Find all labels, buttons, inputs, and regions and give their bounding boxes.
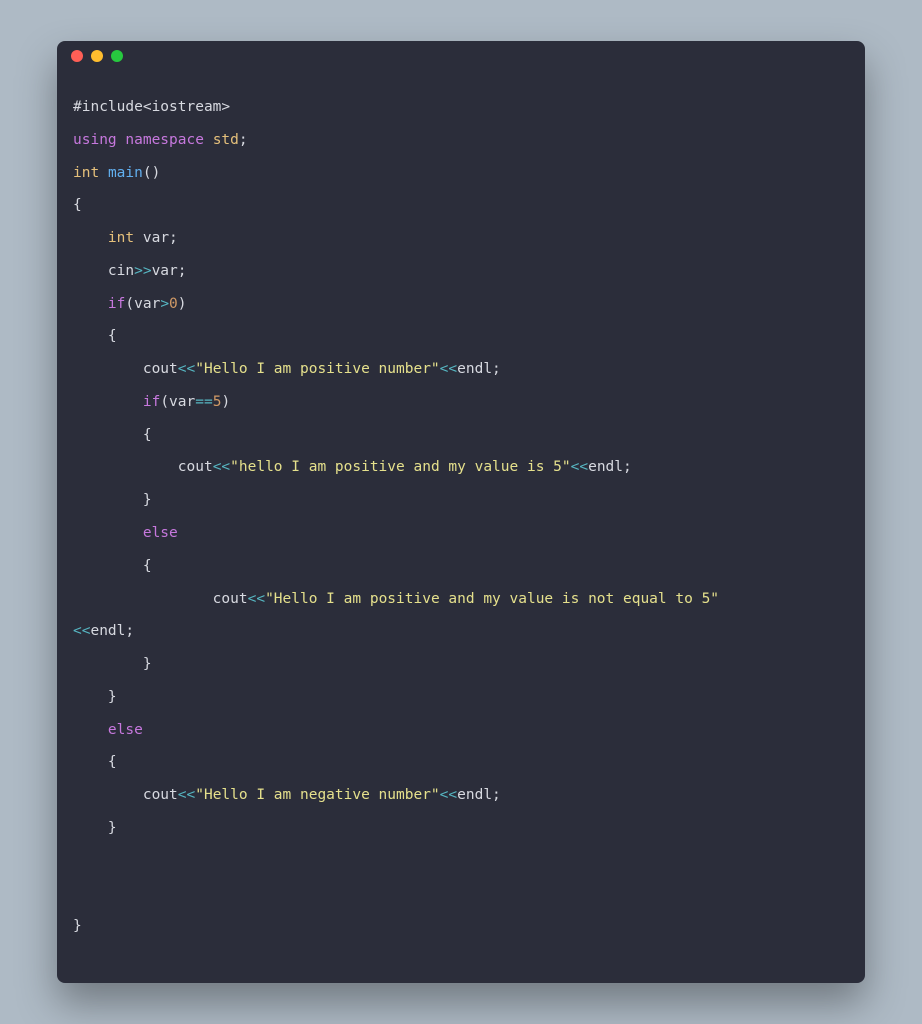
code-token: "Hello I am positive number" [195, 361, 439, 377]
code-token: "Hello I am negative number" [195, 787, 439, 803]
code-line: using namespace std; [73, 124, 849, 157]
code-token: << [248, 591, 265, 607]
code-line [73, 877, 849, 910]
code-token [73, 525, 143, 541]
code-line: } [73, 681, 849, 714]
code-token: << [178, 787, 195, 803]
code-line: { [73, 320, 849, 353]
code-token: else [108, 722, 143, 738]
code-token: { [73, 197, 82, 213]
code-token [204, 132, 213, 148]
code-line: { [73, 419, 849, 452]
code-token: main [108, 165, 143, 181]
code-line: cout<<"Hello I am positive and my value … [73, 583, 849, 616]
code-token: endl; [457, 787, 501, 803]
code-token: (var [160, 394, 195, 410]
code-token: << [440, 787, 457, 803]
code-line: int main() [73, 157, 849, 190]
code-token: == [195, 394, 212, 410]
close-icon[interactable] [71, 50, 83, 62]
code-token: cout [73, 459, 213, 475]
code-token: int [108, 230, 134, 246]
code-token: } [73, 656, 152, 672]
code-token: { [73, 427, 152, 443]
code-line: int var; [73, 222, 849, 255]
code-token [73, 296, 108, 312]
code-line: <<endl; [73, 615, 849, 648]
code-token [73, 394, 143, 410]
code-token: ; [239, 132, 248, 148]
code-token: } [73, 492, 152, 508]
code-token: cout [73, 787, 178, 803]
code-token: if [108, 296, 125, 312]
code-token: } [73, 918, 82, 934]
code-token: cout [73, 361, 178, 377]
code-line: cout<<"Hello I am positive number"<<endl… [73, 353, 849, 386]
code-token [99, 165, 108, 181]
code-line: cout<<"hello I am positive and my value … [73, 451, 849, 484]
window-titlebar [57, 41, 865, 71]
code-token: "Hello I am positive and my value is not… [265, 591, 719, 607]
code-token: << [571, 459, 588, 475]
code-token: #include<iostream> [73, 99, 230, 115]
code-token: ) [178, 296, 187, 312]
code-line: } [73, 812, 849, 845]
code-line [73, 845, 849, 878]
code-token: endl; [457, 361, 501, 377]
code-line: { [73, 189, 849, 222]
code-token: namespace [125, 132, 204, 148]
code-line: if(var>0) [73, 288, 849, 321]
code-line: #include<iostream> [73, 91, 849, 124]
code-token: { [73, 558, 152, 574]
code-token: if [143, 394, 160, 410]
code-token: << [213, 459, 230, 475]
code-token: var; [134, 230, 178, 246]
code-token: using [73, 132, 117, 148]
code-line: else [73, 517, 849, 550]
code-token: else [143, 525, 178, 541]
minimize-icon[interactable] [91, 50, 103, 62]
code-line: } [73, 910, 849, 943]
code-token [73, 722, 108, 738]
code-token: } [73, 820, 117, 836]
code-line: cout<<"Hello I am negative number"<<endl… [73, 779, 849, 812]
code-token: > [160, 296, 169, 312]
code-line: { [73, 746, 849, 779]
code-token: int [73, 165, 99, 181]
code-token: ) [221, 394, 230, 410]
code-token: var; [152, 263, 187, 279]
code-token: cin [73, 263, 134, 279]
code-line: if(var==5) [73, 386, 849, 419]
code-block: #include<iostream>using namespace std;in… [57, 71, 865, 983]
code-token: endl; [588, 459, 632, 475]
code-token [73, 230, 108, 246]
code-token: "hello I am positive and my value is 5" [230, 459, 570, 475]
code-line: } [73, 484, 849, 517]
code-window: #include<iostream>using namespace std;in… [57, 41, 865, 983]
code-token: { [73, 328, 117, 344]
code-token: << [178, 361, 195, 377]
code-token: cout [73, 591, 248, 607]
maximize-icon[interactable] [111, 50, 123, 62]
code-token: () [143, 165, 160, 181]
code-line: { [73, 550, 849, 583]
code-token: << [73, 623, 90, 639]
code-token: std [213, 132, 239, 148]
code-token: (var [125, 296, 160, 312]
code-token: >> [134, 263, 151, 279]
code-token: } [73, 689, 117, 705]
code-token: endl; [90, 623, 134, 639]
code-token: << [440, 361, 457, 377]
code-line: else [73, 714, 849, 747]
code-token: { [73, 754, 117, 770]
code-line: cin>>var; [73, 255, 849, 288]
code-token: 0 [169, 296, 178, 312]
code-line: } [73, 648, 849, 681]
